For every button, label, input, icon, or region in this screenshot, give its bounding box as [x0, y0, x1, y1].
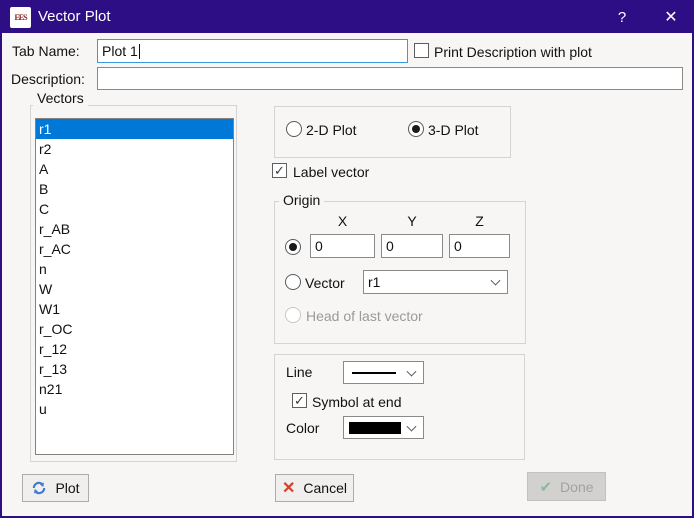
line-style-swatch [352, 372, 396, 374]
list-item-vector[interactable]: r_AB [36, 219, 233, 239]
origin-vector-value: r1 [368, 274, 380, 290]
titlebar: EES Vector Plot ? ✕ [2, 2, 692, 33]
done-check-icon: ✔ [539, 478, 552, 496]
origin-z-value: 0 [454, 238, 462, 254]
symbol-at-end-label: Symbol at end [312, 394, 402, 410]
tab-name-label: Tab Name: [12, 43, 80, 59]
color-swatch [349, 422, 401, 434]
origin-x-value: 0 [315, 238, 323, 254]
description-label: Description: [11, 71, 85, 87]
list-item-vector[interactable]: C [36, 199, 233, 219]
origin-vector-label: Vector [305, 275, 345, 291]
origin-y-input[interactable]: 0 [381, 234, 443, 258]
axis-y-label: Y [381, 213, 443, 229]
tab-name-value: Plot 1 [102, 43, 138, 59]
origin-y-value: 0 [386, 238, 394, 254]
vectors-group-label: Vectors [33, 90, 88, 106]
list-item-vector[interactable]: r_AC [36, 239, 233, 259]
radio-origin-coordinates[interactable] [285, 239, 301, 255]
origin-x-input[interactable]: 0 [310, 234, 375, 258]
radio-origin-vector[interactable] [285, 274, 301, 290]
radio-2d-plot[interactable] [286, 121, 302, 137]
window-title: Vector Plot [38, 8, 111, 25]
label-vector-checkbox[interactable]: ✓ [272, 163, 287, 178]
radio-2d-plot-label: 2-D Plot [306, 122, 357, 138]
list-item-vector[interactable]: r1 [36, 119, 233, 139]
description-input[interactable] [97, 67, 683, 90]
label-vector-label: Label vector [293, 164, 369, 180]
list-item-vector[interactable]: W1 [36, 299, 233, 319]
done-button-label: Done [560, 479, 593, 495]
line-style-dropdown[interactable] [343, 361, 424, 384]
list-item-vector[interactable]: W [36, 279, 233, 299]
cancel-x-icon: ✕ [282, 478, 295, 498]
list-item-vector[interactable]: r2 [36, 139, 233, 159]
list-item-vector[interactable]: r_12 [36, 339, 233, 359]
tab-name-input[interactable]: Plot 1 [97, 39, 408, 63]
axis-z-label: Z [449, 213, 510, 229]
origin-group-label: Origin [279, 192, 324, 208]
chevron-down-icon [491, 276, 501, 286]
radio-head-of-last-vector[interactable] [285, 307, 301, 323]
cancel-button-label: Cancel [303, 480, 347, 496]
print-description-checkbox[interactable] [414, 43, 429, 58]
ees-app-icon: EES [10, 7, 31, 28]
vectors-listbox: r1 r2 A B C r_AB r_AC n W W1 r_OC r_12 r… [35, 118, 234, 455]
cancel-button[interactable]: ✕ Cancel [275, 474, 354, 502]
color-dropdown[interactable] [343, 416, 424, 439]
close-icon[interactable]: ✕ [654, 2, 688, 33]
radio-3d-plot-label: 3-D Plot [428, 122, 479, 138]
text-cursor [139, 44, 140, 59]
refresh-icon [31, 480, 47, 496]
check-icon: ✓ [274, 164, 285, 177]
list-item-vector[interactable]: n [36, 259, 233, 279]
print-description-label: Print Description with plot [434, 44, 592, 60]
axis-x-label: X [310, 213, 375, 229]
color-label: Color [286, 420, 319, 436]
help-button[interactable]: ? [608, 2, 636, 33]
list-item-vector[interactable]: B [36, 179, 233, 199]
chevron-down-icon [407, 366, 417, 376]
plot-button-label: Plot [55, 480, 79, 496]
vector-plot-dialog: EES Vector Plot ? ✕ Tab Name: Plot 1 Pri… [0, 0, 694, 518]
list-item-vector[interactable]: n21 [36, 379, 233, 399]
radio-3d-plot[interactable] [408, 121, 424, 137]
plot-button[interactable]: Plot [22, 474, 89, 502]
chevron-down-icon [407, 421, 417, 431]
check-icon: ✓ [294, 394, 305, 407]
symbol-at-end-checkbox[interactable]: ✓ [292, 393, 307, 408]
list-item-vector[interactable]: r_OC [36, 319, 233, 339]
list-item-vector[interactable]: u [36, 399, 233, 419]
origin-vector-dropdown[interactable]: r1 [363, 270, 508, 294]
head-of-last-vector-label: Head of last vector [306, 308, 423, 324]
line-label: Line [286, 364, 312, 380]
origin-z-input[interactable]: 0 [449, 234, 510, 258]
done-button[interactable]: ✔ Done [527, 472, 606, 501]
list-item-vector[interactable]: r_13 [36, 359, 233, 379]
list-item-vector[interactable]: A [36, 159, 233, 179]
